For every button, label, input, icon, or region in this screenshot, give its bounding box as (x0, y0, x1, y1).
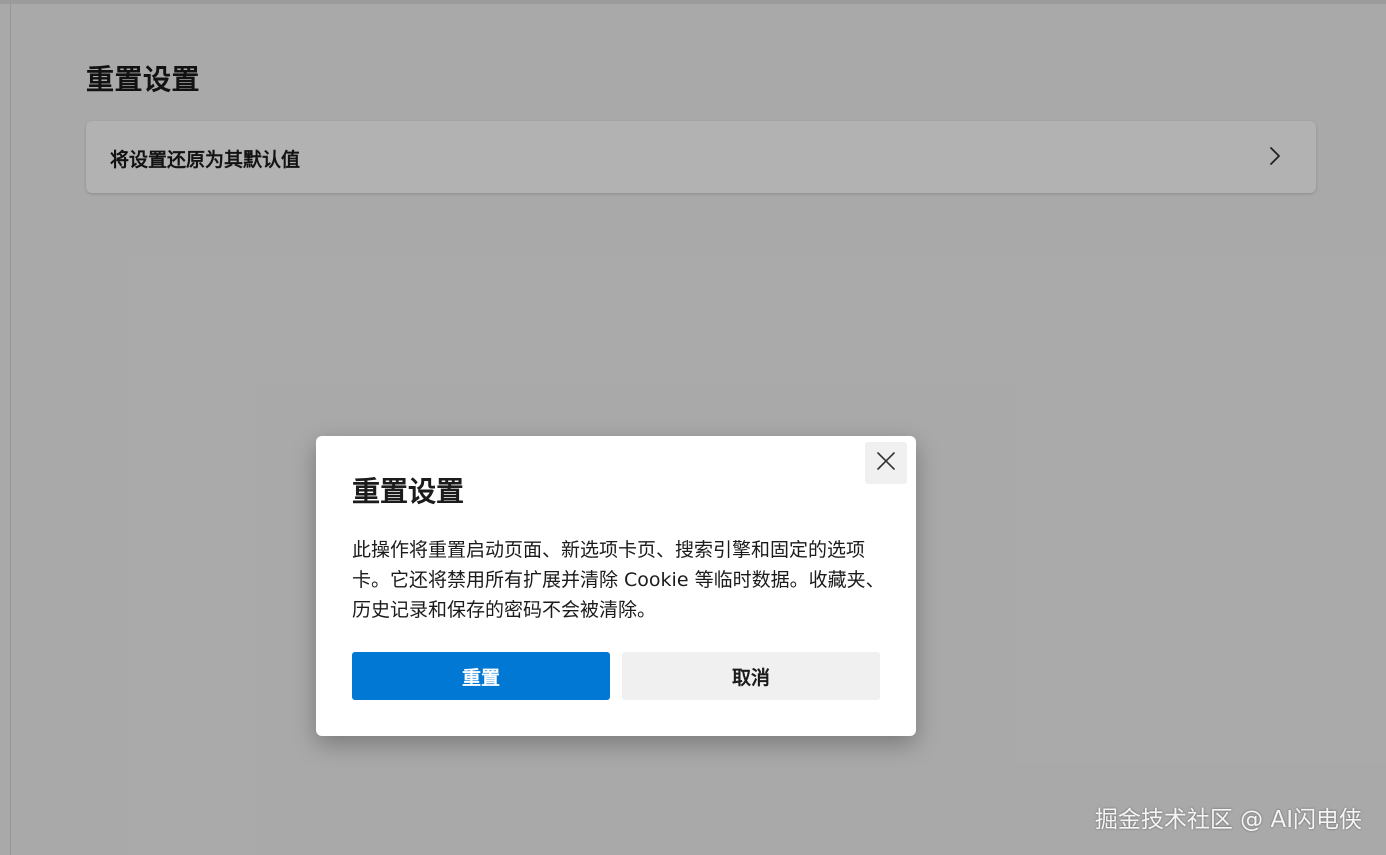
reset-settings-dialog: 重置设置 此操作将重置启动页面、新选项卡页、搜索引擎和固定的选项卡。它还将禁用所… (316, 436, 916, 736)
close-button[interactable] (865, 442, 907, 484)
reset-button[interactable]: 重置 (352, 652, 610, 700)
close-icon (876, 451, 896, 475)
dialog-description: 此操作将重置启动页面、新选项卡页、搜索引擎和固定的选项卡。它还将禁用所有扩展并清… (352, 539, 885, 621)
settings-page: 重置设置 将设置还原为其默认值 重置设置 此操作将重置启动页面、新选项卡页、搜索… (0, 0, 1386, 855)
dialog-title: 重置设置 (352, 475, 465, 508)
watermark: 掘金技术社区 @ AI闪电侠 (1094, 807, 1362, 833)
cancel-button[interactable]: 取消 (622, 652, 880, 700)
